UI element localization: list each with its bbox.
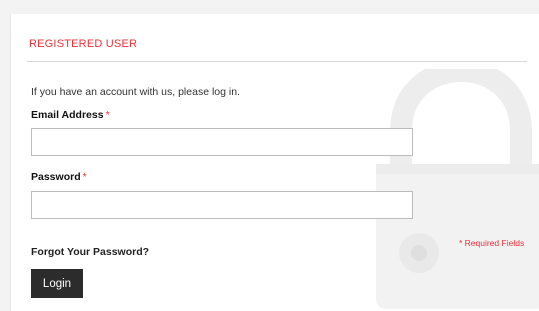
password-label-text: Password bbox=[31, 171, 81, 183]
password-field[interactable] bbox=[32, 192, 412, 218]
required-asterisk: * bbox=[105, 109, 110, 121]
section-heading: REGISTERED USER bbox=[29, 38, 138, 50]
required-asterisk: * bbox=[82, 171, 87, 183]
password-label: Password * bbox=[31, 171, 87, 183]
required-fields-note: * Required Fields bbox=[459, 238, 525, 248]
padlock-icon bbox=[376, 69, 539, 309]
intro-text: If you have an account with us, please l… bbox=[31, 86, 240, 98]
login-button[interactable]: Login bbox=[31, 269, 83, 298]
email-label: Email Address * bbox=[31, 109, 110, 121]
login-panel: REGISTERED USER If you have an account w… bbox=[10, 14, 539, 311]
email-field-wrapper bbox=[31, 128, 413, 156]
email-field[interactable] bbox=[32, 129, 412, 155]
email-label-text: Email Address bbox=[31, 109, 104, 121]
password-field-wrapper bbox=[31, 191, 413, 219]
divider bbox=[27, 61, 527, 62]
forgot-password-link[interactable]: Forgot Your Password? bbox=[31, 246, 149, 258]
